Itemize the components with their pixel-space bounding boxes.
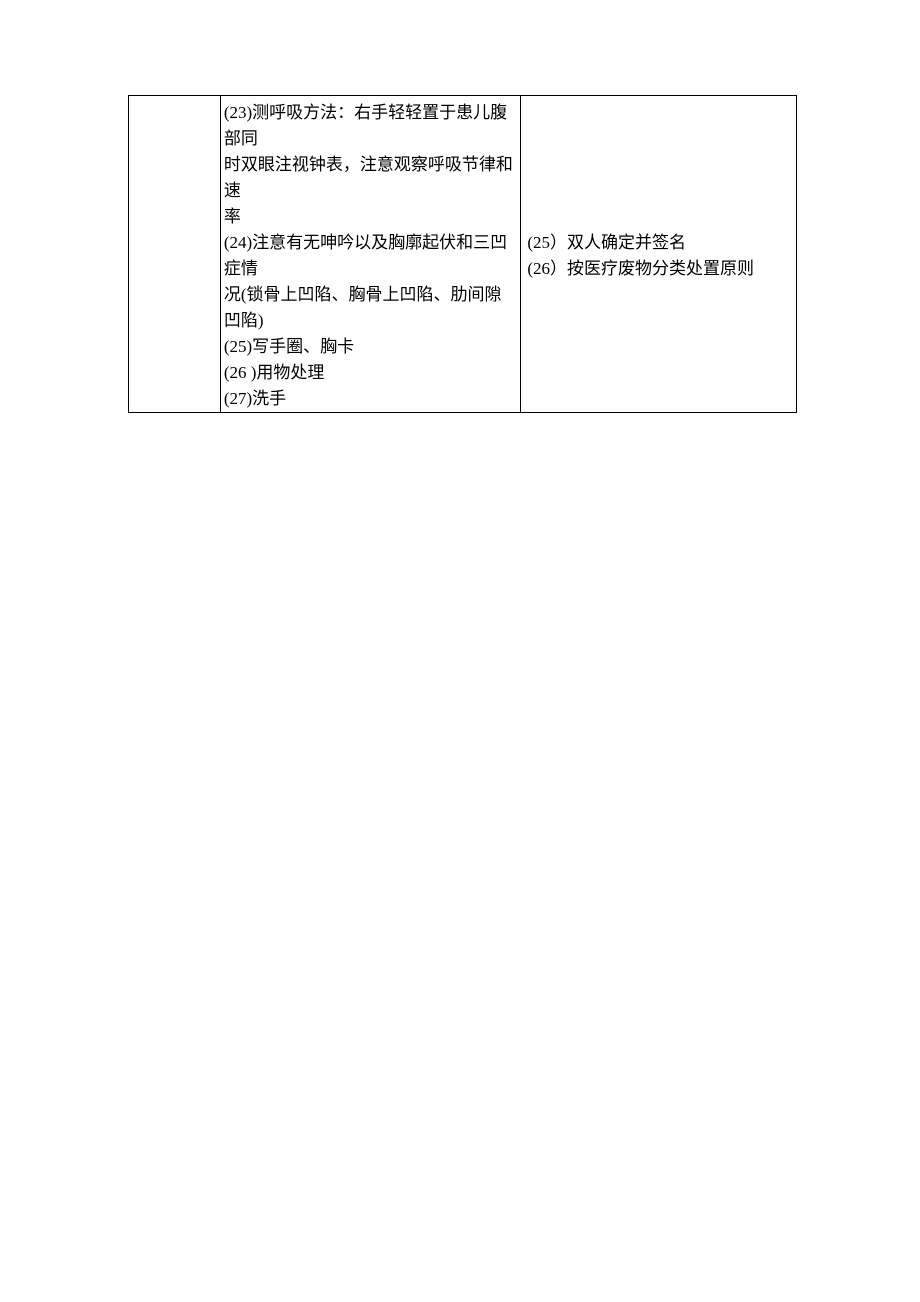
col2-line: (24)注意有无呻吟以及胸廓起伏和三凹症情: [224, 230, 518, 282]
cell-2-content-wrapper: (23)测呼吸方法：右手轻轻置于患儿腹部同 时双眼注视钟表，注意观察呼吸节律和速…: [224, 100, 518, 412]
col2-line: (25)写手圈、胸卡: [224, 334, 518, 360]
col3-line: (25）双人确定并签名: [527, 230, 790, 256]
col2-line: 况(锁骨上凹陷、胸骨上凹陷、肋间隙凹陷): [224, 282, 518, 334]
col3-line: (26）按医疗废物分类处置原则: [527, 256, 790, 282]
col2-line: (26 )用物处理: [224, 360, 518, 386]
col2-line: (23)测呼吸方法：右手轻轻置于患儿腹部同: [224, 100, 518, 152]
procedure-table: (23)测呼吸方法：右手轻轻置于患儿腹部同 时双眼注视钟表，注意观察呼吸节律和速…: [128, 95, 797, 413]
col2-line: 时双眼注视钟表，注意观察呼吸节律和速: [224, 152, 518, 204]
table-row: (23)测呼吸方法：右手轻轻置于患儿腹部同 时双眼注视钟表，注意观察呼吸节律和速…: [129, 96, 797, 413]
col2-line: (27)洗手: [224, 386, 518, 412]
table-cell-2: (23)测呼吸方法：右手轻轻置于患儿腹部同 时双眼注视钟表，注意观察呼吸节律和速…: [220, 96, 521, 413]
col2-line: 率: [224, 204, 518, 230]
table-cell-1: [129, 96, 221, 413]
table-cell-3: (25）双人确定并签名 (26）按医疗废物分类处置原则: [521, 96, 797, 413]
document-table-container: (23)测呼吸方法：右手轻轻置于患儿腹部同 时双眼注视钟表，注意观察呼吸节律和速…: [128, 95, 797, 413]
